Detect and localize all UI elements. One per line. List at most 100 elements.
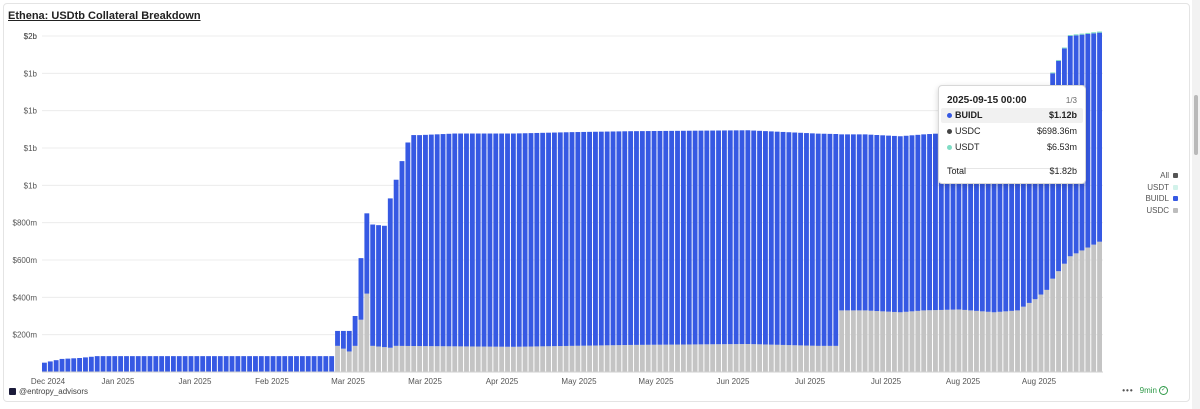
x-axis-ticks: Dec 2024 Jan 2025 Jan 2025 Feb 2025 Mar 2025… (31, 377, 1057, 386)
bar-buidl (399, 161, 405, 346)
bar-usdc (399, 345, 405, 372)
refresh-badge[interactable]: 9min ✓ (1140, 386, 1168, 395)
bar-buidl (411, 135, 417, 346)
bar-buidl (809, 133, 815, 346)
bar-usdc (991, 312, 997, 372)
bar-buidl (534, 132, 540, 347)
bar-buidl (675, 130, 680, 345)
bar-buidl (153, 356, 159, 372)
bar-buidl (751, 130, 757, 345)
bar-usdc (622, 345, 628, 372)
x-tick-label: Jul 2025 (871, 377, 902, 386)
bar-usdc (1061, 263, 1067, 372)
usdc-dot-icon (947, 129, 952, 134)
bar-usdt (1085, 32, 1091, 34)
legend-item-usdc[interactable]: USDC (1145, 205, 1178, 217)
bar-buidl (1091, 33, 1097, 245)
bar-usdc (616, 345, 622, 372)
bar-buidl (475, 133, 481, 347)
bar-buidl (727, 130, 733, 345)
y-tick-label: $2b (24, 32, 38, 41)
bar-buidl (270, 356, 276, 372)
bar-usdc (352, 345, 358, 372)
legend-item-usdt[interactable]: USDT (1145, 182, 1178, 194)
bar-buidl (692, 130, 698, 345)
bar-usdc (1009, 310, 1015, 372)
tooltip-page[interactable]: 1/3 (1066, 96, 1077, 105)
bar-buidl (686, 130, 692, 345)
bar-buidl (329, 356, 335, 372)
bar-usdc (340, 348, 346, 372)
legend-item-buidl[interactable]: BUIDL (1145, 193, 1178, 205)
bar-usdc (774, 344, 780, 372)
bar-buidl (540, 132, 546, 347)
bar-usdc (1050, 278, 1056, 372)
bar-usdc (1067, 256, 1073, 372)
bar-buidl (211, 356, 217, 372)
bar-buidl (446, 133, 452, 347)
bar-usdc (510, 346, 516, 372)
scrollbar-thumb[interactable] (1194, 95, 1198, 155)
legend-swatch-usdc (1173, 207, 1178, 213)
bar-buidl (639, 131, 645, 345)
legend-item-all[interactable]: All (1145, 170, 1178, 182)
bar-usdc (346, 351, 352, 372)
bar-usdc (880, 311, 886, 372)
more-dots-icon[interactable]: ••• (1122, 386, 1133, 395)
bar-buidl (880, 135, 886, 312)
bar-usdc (487, 346, 493, 372)
bar-usdc (434, 346, 440, 372)
x-tick-label: Mar 2025 (408, 377, 442, 386)
bar-buidl (745, 130, 751, 344)
bar-buidl (65, 358, 71, 372)
bar-usdc (827, 345, 833, 372)
bar-buidl (452, 133, 458, 347)
bar-usdc (739, 344, 745, 372)
bar-usdc (423, 346, 428, 372)
bar-usdc (845, 310, 850, 372)
bar-usdc (862, 310, 868, 372)
bar-buidl (780, 131, 786, 345)
bar-buidl (364, 213, 370, 294)
bar-usdc (1026, 302, 1032, 372)
bar-buidl (563, 132, 569, 346)
bar-buidl (874, 135, 880, 312)
legend-swatch-usdt (1173, 184, 1178, 190)
bar-usdc (569, 345, 575, 372)
bar-usdt (1079, 33, 1085, 35)
bar-buidl (886, 135, 891, 312)
bar-buidl (510, 133, 516, 347)
bar-buidl (387, 198, 393, 348)
legend: All USDT BUIDL USDC (1145, 170, 1178, 216)
footer-actions: ••• 9min ✓ (1122, 386, 1168, 395)
legend-swatch-all (1173, 173, 1178, 178)
bar-usdc (475, 346, 481, 372)
x-tick-label: May 2025 (638, 377, 674, 386)
creator-handle[interactable]: @entropy_advisors (19, 387, 88, 396)
bar-buidl (774, 131, 780, 345)
bar-usdc (358, 319, 364, 372)
bar-usdc (604, 345, 610, 372)
y-axis-ticks: $200m$400m$600m$800m$1b$1b$1b$1b$2b$2b (13, 32, 38, 340)
scrollbar[interactable] (1192, 0, 1200, 409)
bar-usdc (1015, 310, 1020, 372)
tooltip-date: 2025-09-15 00:00 (947, 95, 1027, 106)
tooltip: 2025-09-15 00:00 1/3 BUIDL $1.12b USDC $… (938, 85, 1086, 184)
bar-buidl (258, 356, 264, 372)
bar-buidl (798, 132, 804, 346)
bar-usdc (903, 311, 909, 372)
bar-buidl (469, 133, 475, 347)
y-tick-label: $1b (24, 181, 38, 190)
bar-buidl (587, 131, 593, 346)
bar-usdc (974, 310, 979, 372)
bar-usdc (704, 344, 710, 372)
bar-buidl (299, 356, 305, 372)
y-tick-label: $1b (24, 69, 38, 78)
bar-buidl (317, 356, 323, 372)
bar-buidl (358, 258, 364, 320)
bar-usdc (628, 344, 634, 372)
bar-usdc (587, 345, 593, 372)
bar-usdc (546, 346, 551, 372)
bar-buidl (217, 356, 223, 372)
bar-usdc (499, 346, 505, 372)
